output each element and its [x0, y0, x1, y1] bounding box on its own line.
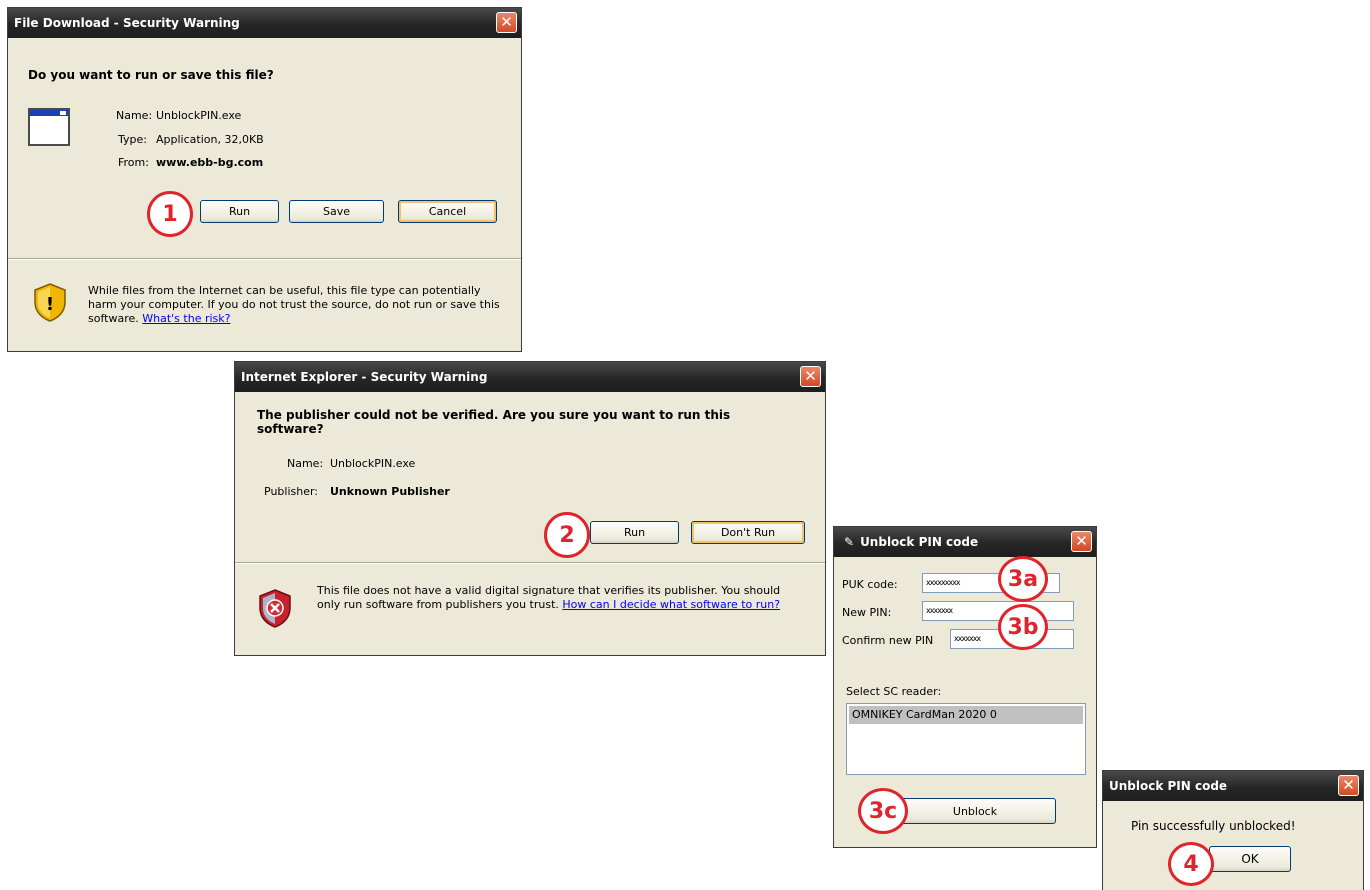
- cancel-button[interactable]: Cancel: [398, 200, 497, 223]
- warning-paragraph: This file does not have a valid digital …: [317, 584, 797, 612]
- from-label: From:: [118, 156, 149, 169]
- publisher-value: Unknown Publisher: [330, 485, 450, 498]
- success-message: Pin successfully unblocked!: [1131, 819, 1296, 833]
- ie-security-warning-dialog: Internet Explorer - Security Warning ✕ T…: [234, 361, 826, 656]
- dialog-titlebar[interactable]: ✎ Unblock PIN code ✕: [834, 527, 1096, 557]
- type-value: Application, 32,0KB: [156, 133, 264, 146]
- list-item[interactable]: OMNIKEY CardMan 2020 0: [849, 706, 1083, 724]
- dialog-question: Do you want to run or save this file?: [28, 68, 274, 82]
- divider: [8, 258, 521, 260]
- unblock-button[interactable]: Unblock: [894, 798, 1056, 824]
- new-pin-label: New PIN:: [842, 606, 892, 619]
- step-marker-2: 2: [544, 512, 590, 558]
- ok-button[interactable]: OK: [1209, 846, 1291, 872]
- divider: [235, 562, 825, 564]
- run-button[interactable]: Run: [590, 521, 679, 544]
- dialog-titlebar[interactable]: File Download - Security Warning ✕: [8, 8, 521, 38]
- reader-list[interactable]: OMNIKEY CardMan 2020 0: [846, 703, 1086, 775]
- step-marker-3b: 3b: [998, 604, 1048, 650]
- dialog-titlebar[interactable]: Unblock PIN code ✕: [1103, 771, 1363, 801]
- name-value: UnblockPIN.exe: [156, 109, 242, 122]
- name-label: Name:: [116, 109, 153, 122]
- unblock-success-dialog: Unblock PIN code ✕ Pin successfully unbl…: [1102, 770, 1364, 890]
- close-icon[interactable]: ✕: [1071, 531, 1092, 552]
- close-icon[interactable]: ✕: [1338, 775, 1359, 796]
- dialog-title: Internet Explorer - Security Warning: [241, 370, 488, 384]
- help-link[interactable]: How can I decide what software to run?: [562, 598, 780, 611]
- svg-text:!: !: [46, 294, 54, 315]
- warning-paragraph: While files from the Internet can be use…: [88, 284, 506, 326]
- warning-shield-icon: !: [32, 282, 68, 322]
- run-button[interactable]: Run: [200, 200, 279, 223]
- risk-link[interactable]: What's the risk?: [142, 312, 230, 325]
- close-icon[interactable]: ✕: [800, 366, 821, 387]
- step-marker-4: 4: [1168, 842, 1214, 886]
- confirm-pin-label: Confirm new PIN: [842, 634, 934, 647]
- type-label: Type:: [118, 133, 147, 146]
- dialog-title: Unblock PIN code: [860, 535, 979, 549]
- name-value: UnblockPIN.exe: [330, 457, 416, 470]
- application-window-icon: [28, 108, 70, 146]
- error-shield-icon: [257, 588, 293, 628]
- name-label: Name:: [287, 457, 324, 470]
- puk-label: PUK code:: [842, 578, 898, 591]
- save-button[interactable]: Save: [289, 200, 384, 223]
- from-value: www.ebb-bg.com: [156, 156, 264, 169]
- file-download-dialog: File Download - Security Warning ✕ Do yo…: [7, 7, 522, 352]
- dialog-title: File Download - Security Warning: [14, 16, 240, 30]
- step-marker-3a: 3a: [998, 556, 1048, 602]
- publisher-label: Publisher:: [264, 485, 319, 498]
- close-icon[interactable]: ✕: [496, 12, 517, 33]
- new-pin-input[interactable]: xxxxxxx: [922, 601, 1074, 621]
- step-marker-3c: 3c: [858, 788, 908, 834]
- dialog-titlebar[interactable]: Internet Explorer - Security Warning ✕: [235, 362, 825, 392]
- key-icon: ✎: [844, 535, 855, 549]
- dialog-title: Unblock PIN code: [1109, 779, 1228, 793]
- dialog-question: The publisher could not be verified. Are…: [257, 408, 731, 436]
- dont-run-button[interactable]: Don't Run: [691, 521, 805, 544]
- reader-label: Select SC reader:: [846, 685, 942, 698]
- step-marker-1: 1: [147, 191, 193, 237]
